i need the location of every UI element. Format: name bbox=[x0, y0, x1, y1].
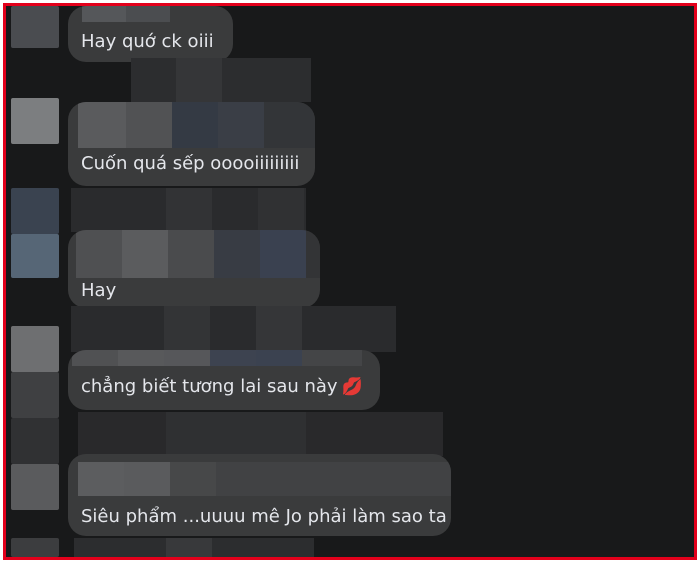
avatar[interactable] bbox=[11, 6, 59, 48]
comment-bubble[interactable]: chẳng biết tương lai sau này 💋 bbox=[68, 350, 380, 410]
avatar bbox=[11, 418, 59, 464]
blurred-username bbox=[122, 230, 168, 278]
blurred-username bbox=[82, 6, 126, 22]
blurred-username bbox=[214, 230, 260, 278]
blurred-block bbox=[71, 306, 396, 352]
comment-feed-frame: Hay quớ ck oiii Cuốn quá sếp ooooiiiiiii… bbox=[3, 3, 697, 560]
blurred-username bbox=[126, 102, 172, 148]
blurred-username bbox=[78, 462, 124, 496]
comment-text: Hay bbox=[81, 280, 117, 301]
blurred-block bbox=[164, 306, 210, 352]
blurred-username bbox=[72, 350, 118, 366]
comment-text: Siêu phẩm ...uuuu mê Jo phải làm sao ta bbox=[81, 506, 447, 527]
avatar bbox=[11, 538, 59, 557]
blurred-block bbox=[166, 188, 212, 232]
comment-text: Cuốn quá sếp ooooiiiiiiiii bbox=[81, 153, 300, 174]
blurred-username bbox=[260, 230, 306, 278]
blurred-username bbox=[216, 462, 451, 496]
comment-bubble[interactable]: Hay bbox=[68, 230, 320, 308]
kiss-mark-emoji: 💋 bbox=[341, 377, 363, 397]
comment-bubble[interactable]: Siêu phẩm ...uuuu mê Jo phải làm sao ta bbox=[68, 454, 451, 536]
blurred-block bbox=[166, 538, 212, 557]
comment-bubble[interactable]: Cuốn quá sếp ooooiiiiiiiii bbox=[68, 102, 315, 186]
blurred-username bbox=[168, 230, 214, 278]
blurred-username bbox=[306, 230, 320, 278]
comment-text: Hay quớ ck oiii bbox=[81, 31, 214, 52]
avatar[interactable] bbox=[11, 98, 59, 144]
blurred-username bbox=[302, 350, 362, 366]
blurred-block bbox=[176, 58, 222, 102]
blurred-username bbox=[170, 462, 216, 496]
blurred-username bbox=[218, 102, 264, 148]
blurred-username bbox=[126, 6, 170, 22]
comment-text: chẳng biết tương lai sau này 💋 bbox=[81, 376, 363, 397]
blurred-username bbox=[264, 102, 315, 148]
blurred-block bbox=[258, 188, 304, 232]
avatar[interactable] bbox=[11, 234, 59, 278]
comment-bubble[interactable]: Hay quớ ck oiii bbox=[68, 6, 233, 62]
blurred-username bbox=[76, 230, 122, 278]
avatar[interactable] bbox=[11, 464, 59, 510]
blurred-username bbox=[118, 350, 164, 366]
blurred-block bbox=[166, 412, 306, 456]
blurred-username bbox=[164, 350, 210, 366]
blurred-username bbox=[124, 462, 170, 496]
blurred-username bbox=[78, 102, 126, 148]
blurred-username bbox=[256, 350, 302, 366]
avatar[interactable] bbox=[11, 188, 59, 234]
blurred-username bbox=[172, 102, 218, 148]
blurred-username bbox=[210, 350, 256, 366]
blurred-block bbox=[256, 306, 302, 352]
avatar[interactable] bbox=[11, 326, 59, 372]
avatar[interactable] bbox=[11, 372, 59, 418]
